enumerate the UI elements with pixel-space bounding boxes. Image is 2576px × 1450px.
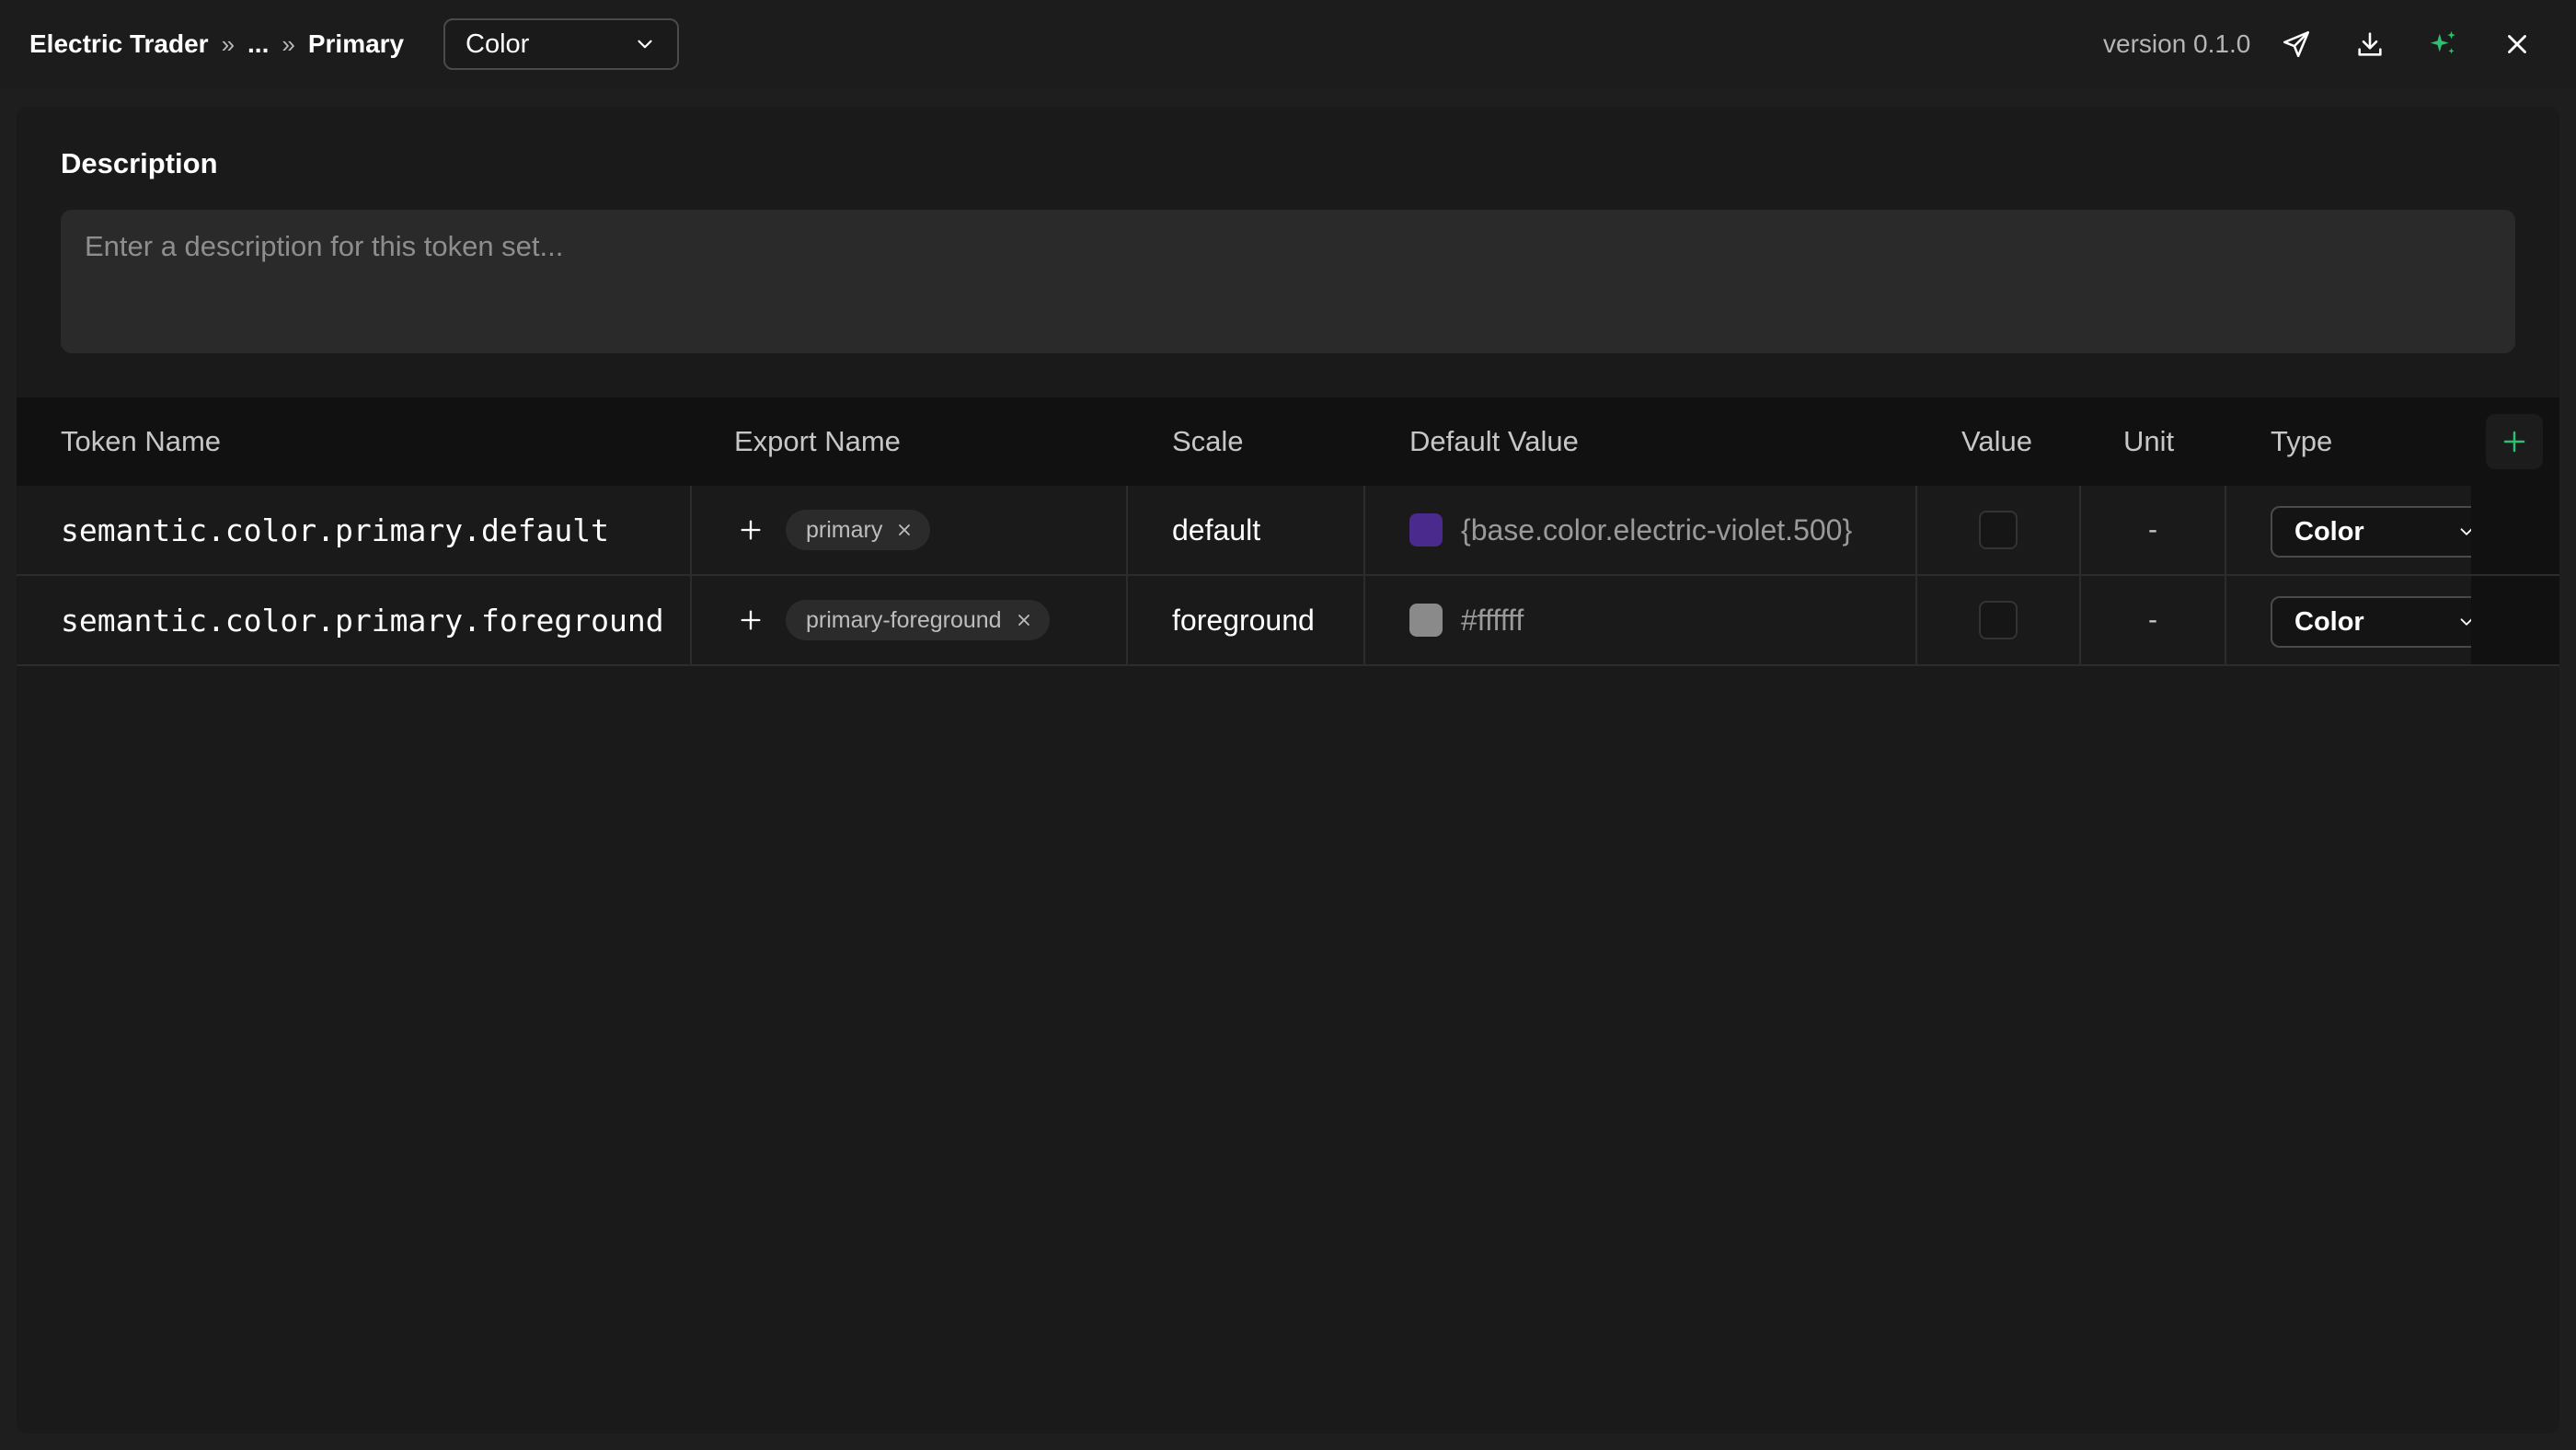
chevron-down-icon (638, 40, 652, 49)
plus-icon (741, 610, 761, 630)
column-header-unit: Unit (2123, 425, 2175, 457)
value-checkbox[interactable] (1979, 511, 2018, 549)
export-name-chip-label: primary (806, 516, 883, 543)
column-header-token-name: Token Name (61, 425, 222, 457)
token-name: semantic.color.primary.foreground (61, 602, 664, 639)
export-name-cell: primary-foreground (692, 576, 1128, 664)
plus-icon (2503, 431, 2525, 453)
unit-cell: - (2081, 576, 2226, 664)
type-select[interactable]: Color (2271, 596, 2501, 648)
value-cell (1917, 576, 2081, 664)
column-header-scale: Scale (1172, 425, 1244, 457)
type-select-value: Color (2294, 516, 2364, 547)
breadcrumb-root[interactable]: Electric Trader (29, 29, 209, 59)
remove-chip-icon[interactable] (1015, 611, 1033, 629)
scale-value: default (1172, 512, 1261, 547)
color-swatch[interactable] (1409, 513, 1443, 547)
export-name-cell: primary (692, 486, 1128, 574)
column-header-export-name: Export Name (734, 425, 901, 457)
version-label: version 0.1.0 (2103, 29, 2251, 58)
add-export-name-button[interactable] (734, 513, 767, 547)
row-actions (2471, 486, 2559, 574)
close-icon[interactable] (2499, 26, 2536, 63)
token-name: semantic.color.primary.default (61, 512, 610, 548)
breadcrumb-separator: » (221, 29, 236, 58)
top-bar: Electric Trader » ... » Primary Color ve… (0, 0, 2576, 88)
description-input[interactable]: Enter a description for this token set..… (61, 210, 2515, 353)
table-row: semantic.color.primary.default primary d… (17, 486, 2559, 576)
sparkle-icon[interactable] (2425, 26, 2462, 63)
unit-value: - (2148, 514, 2157, 545)
breadcrumb-ellipsis[interactable]: ... (247, 29, 269, 59)
unit-value: - (2148, 604, 2157, 635)
remove-chip-icon[interactable] (895, 521, 914, 539)
export-name-chip: primary (786, 510, 931, 550)
description-label: Description (61, 147, 218, 179)
export-name-chip: primary-foreground (786, 600, 1050, 640)
scale-cell[interactable]: default (1128, 486, 1365, 574)
default-value-cell[interactable]: #ffffff (1365, 576, 1917, 664)
send-icon[interactable] (2278, 26, 2315, 63)
category-select-value: Color (466, 29, 530, 59)
unit-cell: - (2081, 486, 2226, 574)
category-select[interactable]: Color (443, 18, 679, 70)
color-swatch[interactable] (1409, 604, 1443, 637)
value-cell (1917, 486, 2081, 574)
column-header-value: Value (1961, 425, 2032, 457)
token-set-panel: Description Enter a description for this… (17, 107, 2559, 1433)
type-select-value: Color (2294, 606, 2364, 637)
table-row: semantic.color.primary.foreground primar… (17, 576, 2559, 666)
download-icon[interactable] (2352, 26, 2388, 63)
token-name-cell[interactable]: semantic.color.primary.default (17, 486, 692, 574)
default-value-text: #ffffff (1461, 603, 1524, 637)
column-header-type: Type (2271, 425, 2333, 457)
default-value-text: {base.color.electric-violet.500} (1461, 512, 1853, 547)
value-checkbox[interactable] (1979, 601, 2018, 639)
token-name-cell[interactable]: semantic.color.primary.foreground (17, 576, 692, 664)
type-select[interactable]: Color (2271, 506, 2501, 558)
default-value-cell[interactable]: {base.color.electric-violet.500} (1365, 486, 1917, 574)
export-name-chip-label: primary-foreground (806, 606, 1002, 633)
row-actions (2471, 576, 2559, 664)
breadcrumb-current: Primary (307, 29, 405, 58)
column-header-default-value: Default Value (1409, 425, 1579, 457)
plus-icon (741, 520, 761, 540)
add-column-button[interactable] (2486, 414, 2543, 469)
breadcrumb-separator: » (282, 29, 295, 58)
scale-cell[interactable]: foreground (1128, 576, 1365, 664)
table-header: Token Name Export Name Scale Default Val… (17, 397, 2559, 486)
add-export-name-button[interactable] (734, 604, 767, 637)
breadcrumb: Electric Trader » ... » Primary (29, 0, 404, 88)
scale-value: foreground (1172, 603, 1315, 637)
